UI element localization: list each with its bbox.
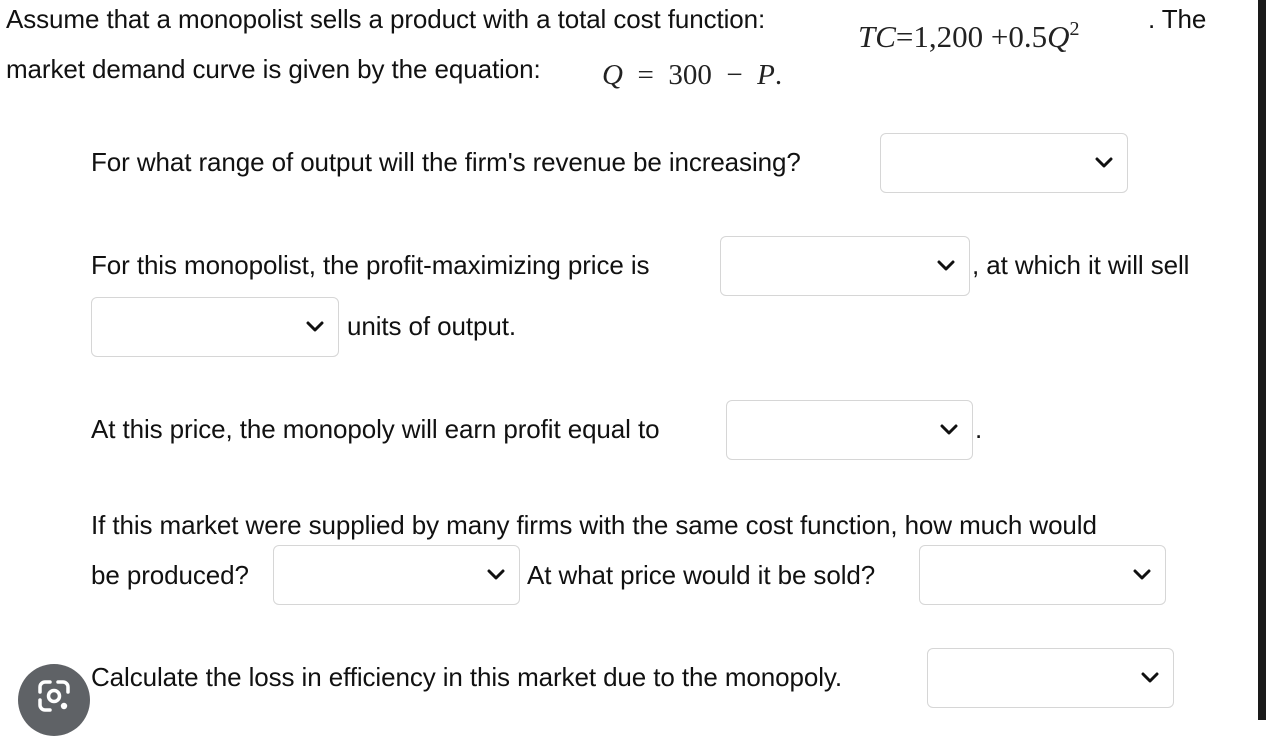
window-edge-scrollbar[interactable] — [1258, 0, 1266, 720]
q1-revenue-range-select[interactable] — [880, 133, 1128, 193]
chevron-down-icon — [306, 321, 324, 332]
intro-line1-tail: . The — [1148, 4, 1207, 34]
q2-text-a: For this monopolist, the profit-maximizi… — [91, 250, 650, 280]
q2-profit-max-price-select[interactable] — [720, 236, 970, 296]
tc-var: Q — [1047, 19, 1070, 54]
tc-coef: 0.5 — [1008, 19, 1048, 54]
demand-equation: Q = 300 − P. — [602, 58, 782, 92]
dem-period: . — [774, 59, 783, 91]
q2-text-b: , at which it will sell — [972, 250, 1190, 280]
q2-units-select[interactable] — [91, 297, 339, 357]
q4-competitive-price-select[interactable] — [919, 545, 1166, 605]
q5-deadweight-loss-select[interactable] — [927, 648, 1174, 708]
dem-eq: = — [637, 59, 654, 91]
dem-300: 300 — [668, 59, 712, 91]
chevron-down-icon — [937, 260, 955, 271]
google-lens-icon — [38, 680, 70, 712]
dem-minus: − — [726, 59, 743, 91]
intro-line1-text: Assume that a monopolist sells a product… — [6, 4, 766, 34]
chevron-down-icon — [1133, 569, 1151, 580]
total-cost-equation: TC=1,200 +0.5Q2 — [858, 12, 1080, 54]
chevron-down-icon — [940, 424, 958, 435]
tc-exp: 2 — [1069, 18, 1080, 40]
question-page: Assume that a monopolist sells a product… — [0, 0, 1258, 736]
dem-q: Q — [602, 59, 623, 91]
google-lens-button[interactable] — [18, 664, 90, 736]
q5-text: Calculate the loss in efficiency in this… — [91, 662, 842, 692]
q3-text: At this price, the monopoly will earn pr… — [91, 414, 660, 444]
q2-text-c: units of output. — [347, 311, 516, 341]
q3-period: . — [975, 414, 983, 444]
tc-eq: = — [895, 19, 914, 54]
tc-const: 1,200 — [913, 19, 984, 54]
chevron-down-icon — [1095, 157, 1113, 168]
chevron-down-icon — [1141, 672, 1159, 683]
intro-line2-text: market demand curve is given by the equa… — [6, 54, 541, 84]
q4-text-line2: be produced? — [91, 560, 249, 590]
q4-competitive-quantity-select[interactable] — [273, 545, 520, 605]
q4-text-line1: If this market were supplied by many fir… — [91, 510, 1097, 540]
q1-text: For what range of output will the firm's… — [91, 147, 801, 177]
tc-lhs: TC — [858, 19, 896, 54]
q3-profit-select[interactable] — [726, 400, 973, 460]
chevron-down-icon — [487, 569, 505, 580]
dem-p: P — [757, 59, 775, 91]
q4-text-price: At what price would it be sold? — [527, 560, 876, 590]
tc-plus: + — [990, 19, 1009, 54]
